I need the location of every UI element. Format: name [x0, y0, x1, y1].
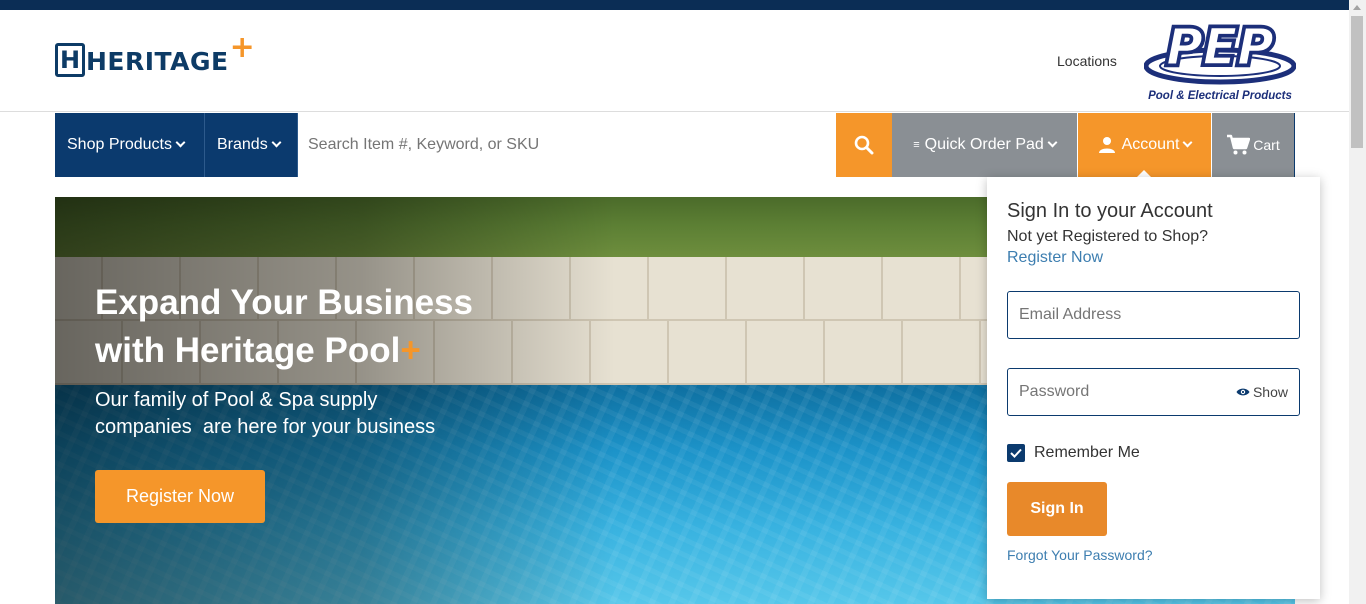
chevron-down-icon	[175, 137, 186, 147]
show-password-toggle[interactable]: Show	[1236, 384, 1288, 400]
cart-icon	[1227, 134, 1251, 155]
page-scrollbar[interactable]	[1349, 0, 1366, 604]
scroll-thumb[interactable]	[1351, 16, 1363, 148]
site-header: H HERITAGE + Locations PEP PEP Pool & El…	[0, 10, 1349, 112]
search-input[interactable]	[308, 136, 836, 154]
hero-register-button[interactable]: Register Now	[95, 470, 265, 523]
heritage-logo-mark: H	[55, 43, 85, 77]
hero-title-line-2-text: with Heritage Pool	[95, 331, 401, 370]
search-box	[298, 113, 836, 177]
show-password-label: Show	[1252, 384, 1288, 400]
account-label: Account	[1121, 136, 1180, 153]
pep-letters: PEP	[1166, 18, 1273, 76]
search-button[interactable]	[836, 113, 892, 177]
remember-me-checkbox[interactable]: Remember Me	[1007, 444, 1140, 462]
logo-plus: +	[229, 30, 255, 65]
heritage-logo[interactable]: H HERITAGE +	[55, 33, 255, 77]
register-now-link[interactable]: Register Now	[1007, 247, 1103, 269]
email-field	[1007, 291, 1300, 339]
cart-button[interactable]: Cart	[1212, 113, 1294, 177]
checkmark-icon	[1010, 448, 1022, 458]
sign-in-title: Sign In to your Account	[1007, 200, 1213, 222]
email-input[interactable]	[1019, 306, 1288, 324]
pep-logo[interactable]: PEP PEP Pool & Electrical Products	[1144, 18, 1296, 102]
not-registered-text: Not yet Registered to Shop?	[1007, 228, 1209, 245]
remember-me-label: Remember Me	[1034, 444, 1140, 461]
quick-order-pad-button[interactable]: ≡ Quick Order Pad	[892, 113, 1078, 177]
hero-subtitle: Our family of Pool & Spa supply companie…	[95, 387, 515, 441]
search-icon	[854, 135, 874, 155]
logo-wordmark: HERITAGE	[86, 46, 229, 76]
account-menu[interactable]: Account	[1078, 113, 1212, 178]
brands-menu[interactable]: Brands	[205, 113, 298, 177]
user-icon	[1098, 137, 1115, 153]
scroll-up-arrow[interactable]	[1353, 5, 1361, 10]
chevron-down-icon	[271, 137, 282, 147]
checkbox-box	[1007, 444, 1025, 462]
shop-products-menu[interactable]: Shop Products	[55, 113, 205, 177]
logo-h-letter: H	[59, 46, 81, 74]
hero-title-plus: +	[400, 331, 421, 370]
eye-icon	[1236, 388, 1250, 396]
locations-link[interactable]: Locations	[1057, 53, 1117, 69]
hero-subtitle-line-1: Our family of Pool & Spa supply	[95, 389, 378, 411]
chevron-down-icon	[1047, 137, 1058, 147]
top-strip	[0, 0, 1349, 10]
quick-order-pad-label: Quick Order Pad	[924, 136, 1044, 153]
sign-in-dropdown: Sign In to your Account Not yet Register…	[987, 177, 1320, 599]
main-nav: Shop Products Brands ≡ Quick Order Pad A…	[55, 113, 1295, 178]
hero-title: Expand Your Business with Heritage Pool+	[95, 279, 565, 375]
chevron-down-icon	[1182, 137, 1193, 147]
shop-products-label: Shop Products	[67, 136, 172, 153]
password-field: Show	[1007, 368, 1300, 416]
password-input[interactable]	[1019, 383, 1236, 401]
brands-label: Brands	[217, 136, 268, 153]
pep-caption: Pool & Electrical Products	[1148, 90, 1292, 102]
cart-label: Cart	[1253, 137, 1280, 153]
sign-in-button[interactable]: Sign In	[1007, 482, 1107, 536]
forgot-password-link[interactable]: Forgot Your Password?	[1007, 547, 1153, 563]
hero-title-line-1: Expand Your Business	[95, 283, 473, 322]
hero-title-line-2: with Heritage Pool+	[95, 327, 565, 375]
pep-logo-graphic: PEP PEP	[1144, 18, 1296, 85]
hero-subtitle-line-2: companies are here for your business	[95, 416, 436, 438]
list-icon: ≡	[913, 139, 920, 151]
